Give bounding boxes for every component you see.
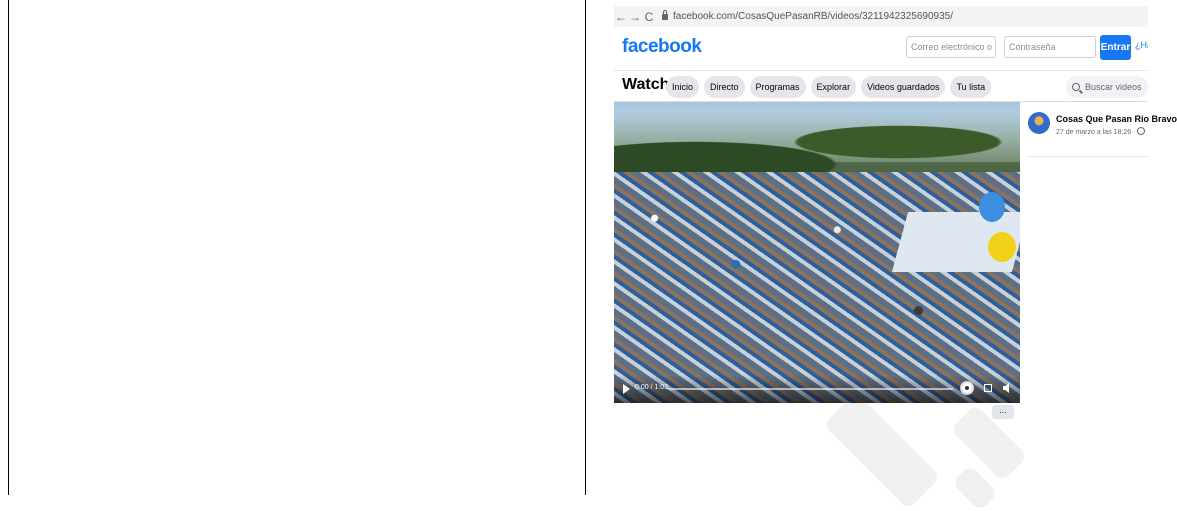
tab-directo[interactable]: Directo: [704, 76, 745, 98]
tab-tu-lista[interactable]: Tu lista: [950, 76, 992, 98]
yellow-balloon: [988, 232, 1016, 262]
tab-explorar[interactable]: Explorar: [810, 76, 857, 98]
video-frame-crowd: [614, 172, 1020, 403]
watch-title[interactable]: Watch: [622, 76, 669, 94]
facebook-header: facebook Correo electrónico o telé Contr…: [614, 28, 1148, 71]
search-videos-input[interactable]: Buscar videos: [1066, 76, 1148, 98]
email-field[interactable]: Correo electrónico o telé: [906, 36, 996, 58]
facebook-logo[interactable]: facebook: [622, 36, 702, 58]
more-options-button[interactable]: ...: [992, 405, 1014, 419]
blue-balloon: [979, 192, 1005, 222]
video-player[interactable]: 0:00 / 1:03: [614, 102, 1020, 403]
post-date: 27 de marzo a las 18:26 ·: [1056, 127, 1146, 136]
search-placeholder: Buscar videos: [1085, 82, 1142, 92]
watch-tabs: Inicio Directo Programas Explorar Videos…: [666, 76, 992, 98]
avatar[interactable]: [1028, 112, 1050, 134]
forward-arrow-icon[interactable]: →: [628, 10, 642, 24]
post-author-name[interactable]: Cosas Que Pasan Rio Bravo: [1056, 114, 1177, 124]
back-arrow-icon[interactable]: ←: [614, 10, 628, 24]
search-icon: [1072, 83, 1080, 91]
reload-icon[interactable]: C: [642, 10, 656, 24]
volume-icon[interactable]: [1003, 383, 1009, 393]
password-field[interactable]: Contraseña: [1004, 36, 1096, 58]
forgot-account-link[interactable]: ¿Ha: [1135, 40, 1148, 50]
divider-line: [585, 0, 586, 495]
post-author-card: Cosas Que Pasan Rio Bravo 27 de marzo a …: [1028, 112, 1177, 157]
lock-icon: [662, 9, 668, 20]
fullscreen-icon[interactable]: [984, 384, 992, 392]
tab-videos-guardados[interactable]: Videos guardados: [861, 76, 946, 98]
video-time: 0:00 / 1:03: [635, 384, 669, 391]
settings-gear-icon[interactable]: [962, 383, 972, 393]
video-controls: 0:00 / 1:03: [614, 375, 1020, 403]
browser-window: ← → C facebook.com/CosasQuePasanRB/video…: [614, 6, 1177, 419]
address-bar[interactable]: ← → C facebook.com/CosasQuePasanRB/video…: [614, 6, 1148, 27]
post-date-text[interactable]: 27 de marzo a las 18:26 ·: [1056, 129, 1135, 136]
tab-programas[interactable]: Programas: [749, 76, 806, 98]
progress-bar[interactable]: [668, 388, 953, 390]
url-text[interactable]: facebook.com/CosasQuePasanRB/videos/3211…: [673, 11, 953, 22]
login-button[interactable]: Entrar: [1100, 35, 1131, 60]
play-icon[interactable]: [623, 384, 630, 394]
tab-inicio[interactable]: Inicio: [666, 76, 700, 98]
left-border-line: [8, 0, 9, 495]
watch-nav-bar: Watch Inicio Directo Programas Explorar …: [614, 71, 1148, 102]
globe-icon: [1137, 127, 1146, 135]
